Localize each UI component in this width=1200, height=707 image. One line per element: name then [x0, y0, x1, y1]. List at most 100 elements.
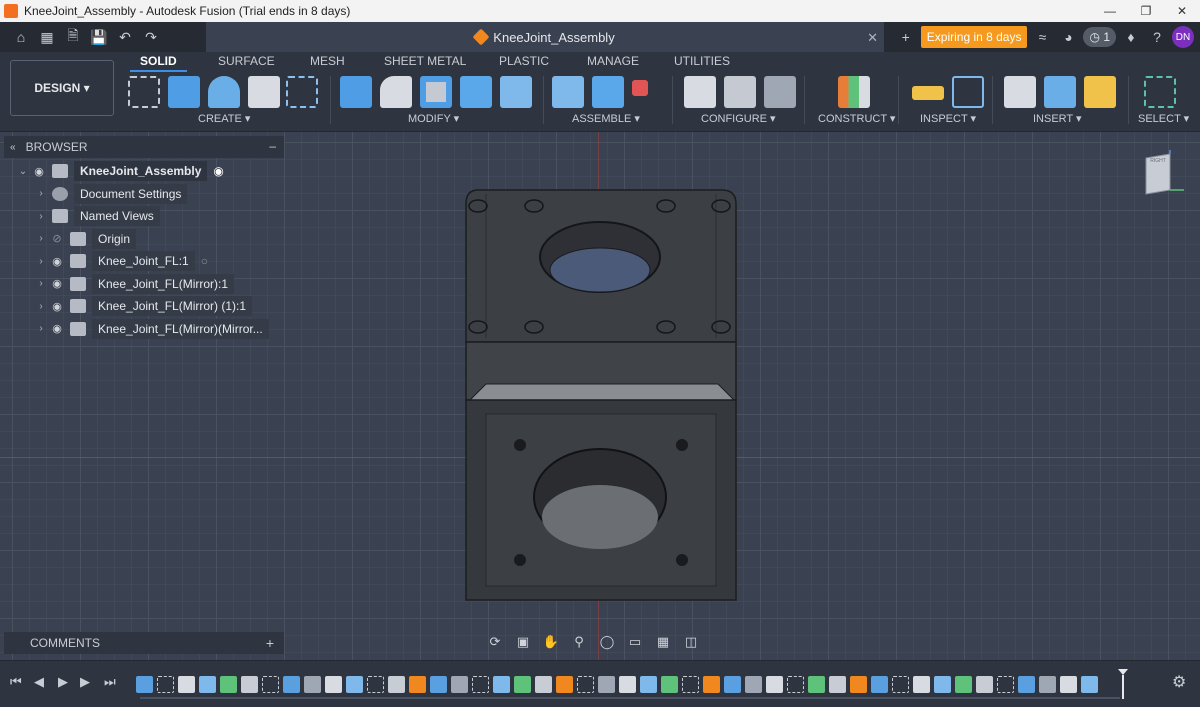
- zoom-icon[interactable]: ⚲: [568, 633, 590, 651]
- timeline-feature-icon[interactable]: [787, 675, 804, 693]
- timeline-settings-gear-icon[interactable]: ⚙: [1172, 672, 1186, 692]
- timeline-feature-icon[interactable]: [892, 675, 909, 693]
- tab-sheet-metal[interactable]: SHEET METAL: [384, 54, 466, 68]
- timeline-feature-icon[interactable]: [199, 675, 216, 693]
- timeline-feature-icon[interactable]: [388, 675, 405, 693]
- timeline-feature-icon[interactable]: [955, 675, 972, 693]
- create-sketch-icon[interactable]: [128, 76, 160, 108]
- chevron-right-icon[interactable]: ›: [34, 233, 48, 244]
- tree-row-origin[interactable]: › ⊘ Origin: [4, 228, 284, 251]
- tree-row-document-settings[interactable]: › Document Settings: [4, 183, 284, 206]
- timeline-feature-icon[interactable]: [304, 675, 321, 693]
- play-icon[interactable]: ▶: [58, 674, 68, 690]
- viewcube[interactable]: RIGHT: [1140, 150, 1184, 196]
- extensions-icon[interactable]: ≈: [1031, 26, 1053, 48]
- timeline-feature-icon[interactable]: [598, 675, 615, 693]
- timeline-feature-icon[interactable]: [1018, 675, 1035, 693]
- timeline-feature-icon[interactable]: [367, 675, 384, 693]
- timeline-feature-icon[interactable]: [640, 675, 657, 693]
- measure-icon[interactable]: [912, 86, 944, 100]
- tab-manage[interactable]: MANAGE: [587, 54, 639, 68]
- timeline-feature-icon[interactable]: [535, 675, 552, 693]
- timeline-feature-icon[interactable]: [766, 675, 783, 693]
- timeline-feature-icon[interactable]: [1081, 675, 1098, 693]
- canvas-image-icon[interactable]: [1044, 76, 1076, 108]
- timeline-feature-icon[interactable]: [661, 675, 678, 693]
- group-inspect[interactable]: INSPECT ▾: [920, 112, 976, 125]
- fillet-icon[interactable]: [380, 76, 412, 108]
- group-configure[interactable]: CONFIGURE ▾: [701, 112, 776, 125]
- job-status-button[interactable]: ◷ 1: [1083, 27, 1116, 47]
- timeline-feature-icon[interactable]: [451, 675, 468, 693]
- insert-mesh-icon[interactable]: [1084, 76, 1116, 108]
- chevron-right-icon[interactable]: ›: [34, 278, 48, 289]
- browser-header[interactable]: « BROWSER –: [4, 136, 284, 158]
- restore-button[interactable]: ❐: [1128, 0, 1164, 22]
- timeline-feature-icon[interactable]: [745, 675, 762, 693]
- close-tab-icon[interactable]: ✕: [867, 30, 878, 46]
- collapse-panel-icon[interactable]: «: [10, 142, 16, 153]
- undo-icon[interactable]: ↶: [112, 22, 138, 52]
- group-select[interactable]: SELECT ▾: [1138, 112, 1189, 125]
- timeline-feature-icon[interactable]: [241, 675, 258, 693]
- home-icon[interactable]: ⌂: [8, 22, 34, 52]
- tab-solid[interactable]: SOLID: [130, 54, 187, 72]
- avatar[interactable]: DN: [1172, 26, 1194, 48]
- minimize-button[interactable]: —: [1092, 0, 1128, 22]
- timeline-feature-icon[interactable]: [325, 675, 342, 693]
- tree-row-named-views[interactable]: › Named Views: [4, 205, 284, 228]
- timeline-feature-icon[interactable]: [976, 675, 993, 693]
- split-body-icon[interactable]: [500, 76, 532, 108]
- chevron-down-icon[interactable]: ⌄: [16, 166, 30, 177]
- fit-icon[interactable]: ◯: [596, 633, 618, 651]
- joint-icon[interactable]: [592, 76, 624, 108]
- timeline-feature-icon[interactable]: [682, 675, 699, 693]
- new-tab-icon[interactable]: +: [895, 26, 917, 48]
- box-icon[interactable]: [248, 76, 280, 108]
- table-icon[interactable]: [724, 76, 756, 108]
- revolve-icon[interactable]: [208, 76, 240, 108]
- chevron-right-icon[interactable]: ›: [34, 188, 48, 199]
- extrude-icon[interactable]: [168, 76, 200, 108]
- save-icon[interactable]: 💾: [86, 22, 112, 52]
- timeline-feature-icon[interactable]: [409, 675, 426, 693]
- chevron-right-icon[interactable]: ›: [34, 211, 48, 222]
- timeline-feature-icon[interactable]: [913, 675, 930, 693]
- workspace-switcher[interactable]: DESIGN ▾: [10, 60, 114, 116]
- rules-icon[interactable]: [764, 76, 796, 108]
- group-assemble[interactable]: ASSEMBLE ▾: [572, 112, 640, 125]
- tab-surface[interactable]: SURFACE: [218, 54, 275, 68]
- group-modify[interactable]: MODIFY ▾: [408, 112, 459, 125]
- help-icon[interactable]: ?: [1146, 26, 1168, 48]
- viewports-icon[interactable]: ◫: [680, 633, 702, 651]
- add-comment-icon[interactable]: +: [266, 635, 274, 651]
- chevron-right-icon[interactable]: ›: [34, 323, 48, 334]
- orbit-icon[interactable]: ⟳: [484, 633, 506, 651]
- select-box-icon[interactable]: [1144, 76, 1176, 108]
- new-component-icon[interactable]: [552, 76, 584, 108]
- timeline-feature-icon[interactable]: [997, 675, 1014, 693]
- timeline-marker[interactable]: [1118, 669, 1128, 699]
- grid-apps-icon[interactable]: ▦: [34, 22, 60, 52]
- timeline-feature-icon[interactable]: [829, 675, 846, 693]
- timeline-feature-icon[interactable]: [472, 675, 489, 693]
- timeline-feature-icon[interactable]: [262, 675, 279, 693]
- tab-utilities[interactable]: UTILITIES: [674, 54, 730, 68]
- tab-mesh[interactable]: MESH: [310, 54, 345, 68]
- timeline-feature-icon[interactable]: [430, 675, 447, 693]
- combine-icon[interactable]: [460, 76, 492, 108]
- timeline-feature-icon[interactable]: [1060, 675, 1077, 693]
- activate-radio-icon[interactable]: ○: [201, 254, 208, 268]
- timeline-feature-icon[interactable]: [220, 675, 237, 693]
- timeline-feature-icon[interactable]: [283, 675, 300, 693]
- timeline-feature-icon[interactable]: [157, 675, 174, 693]
- visibility-eye-icon[interactable]: ◉: [48, 299, 66, 313]
- visibility-eye-icon[interactable]: ◉: [48, 277, 66, 291]
- timeline-feature-icon[interactable]: [577, 675, 594, 693]
- group-create[interactable]: CREATE ▾: [198, 112, 250, 125]
- timeline-feature-icon[interactable]: [703, 675, 720, 693]
- chevron-right-icon[interactable]: ›: [34, 256, 48, 267]
- hidden-eye-icon[interactable]: ⊘: [48, 232, 66, 246]
- file-menu-icon[interactable]: 🗎: [60, 22, 86, 52]
- visibility-eye-icon[interactable]: ◉: [48, 254, 66, 268]
